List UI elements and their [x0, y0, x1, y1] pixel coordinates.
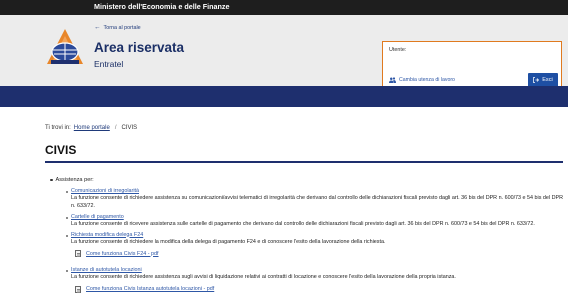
assistance-label: Assistenza per:	[55, 177, 94, 183]
irregolarita-link[interactable]: Comunicazioni di irregolarità	[71, 188, 565, 195]
pdf-file-icon	[75, 285, 81, 293]
exit-button[interactable]: Esci	[528, 73, 558, 87]
ministry-title: Ministero dell'Economia e delle Finanze	[94, 2, 230, 11]
cartelle-description: La funzione consente di ricevere assiste…	[71, 221, 535, 227]
user-label: Utente:	[389, 47, 407, 53]
page-title: CIVIS	[45, 143, 77, 157]
cartelle-link[interactable]: Cartelle di pagamento	[71, 214, 565, 221]
sub-bullet-icon	[66, 234, 68, 237]
f24-description: La funzione consente di richiedere la mo…	[71, 238, 386, 245]
assistance-item-locazioni: Istanze di autotutela locazioni La funzi…	[66, 267, 565, 294]
f24-pdf-row: Come funziona Civis F24 - pdf	[75, 249, 565, 258]
back-to-portal-link[interactable]: ← Torna al portale	[94, 24, 141, 32]
locazioni-description: La funzione consente di richiedere assis…	[71, 274, 456, 280]
back-link-label: Torna al portale	[103, 25, 141, 32]
assistance-item-f24: Richiesta modifica delega F24 La funzion…	[66, 232, 565, 259]
bullet-icon	[50, 178, 53, 182]
locazioni-pdf-row: Come funziona Civis Istanza autotutela l…	[75, 285, 565, 294]
assistance-section: Assistenza per: Comunicazioni di irregol…	[50, 176, 565, 294]
assistance-item-irregolarita: Comunicazioni di irregolarità La funzion…	[66, 188, 565, 210]
site-header: ← Torna al portale Area riservata Entrat…	[0, 15, 568, 93]
locazioni-pdf-link[interactable]: Come funziona Civis Istanza autotutela l…	[86, 286, 214, 292]
assistance-item-cartelle: Cartelle di pagamento La funzione consen…	[66, 214, 565, 229]
exit-button-label: Esci	[542, 77, 553, 83]
title-divider	[45, 161, 563, 163]
breadcrumb-home-link[interactable]: Home portale	[74, 125, 110, 131]
sub-bullet-icon	[66, 270, 68, 272]
nav-band	[0, 86, 568, 107]
area-title: Area riservata	[94, 40, 185, 55]
assistance-heading: Assistenza per:	[50, 176, 565, 184]
arrow-left-icon: ←	[94, 24, 101, 31]
f24-link[interactable]: Richiesta modifica delega F24	[71, 232, 565, 239]
ministry-logo-icon	[47, 29, 83, 64]
logout-icon	[533, 77, 540, 83]
pdf-file-icon	[75, 250, 81, 257]
irregolarita-description: La funzione consente di richiedere assis…	[71, 195, 564, 209]
sub-bullet-icon	[66, 191, 68, 193]
breadcrumb-prefix: Ti trovi in:	[45, 125, 71, 131]
users-icon	[389, 77, 396, 83]
f24-pdf-link[interactable]: Come funziona Civis F24 - pdf	[86, 251, 159, 257]
area-subtitle: Entratel	[94, 59, 124, 69]
breadcrumb-separator: /	[114, 125, 117, 131]
breadcrumb-current: CIVIS	[121, 125, 138, 131]
ministry-topbar: Ministero dell'Economia e delle Finanze	[0, 0, 568, 15]
sub-bullet-icon	[66, 217, 68, 219]
breadcrumb: Ti trovi in: Home portale / CIVIS	[45, 125, 137, 131]
locazioni-link[interactable]: Istanze di autotutela locazioni	[71, 267, 565, 274]
change-user-link[interactable]: Cambia utenza di lavoro	[389, 77, 455, 83]
change-user-label: Cambia utenza di lavoro	[399, 77, 455, 83]
